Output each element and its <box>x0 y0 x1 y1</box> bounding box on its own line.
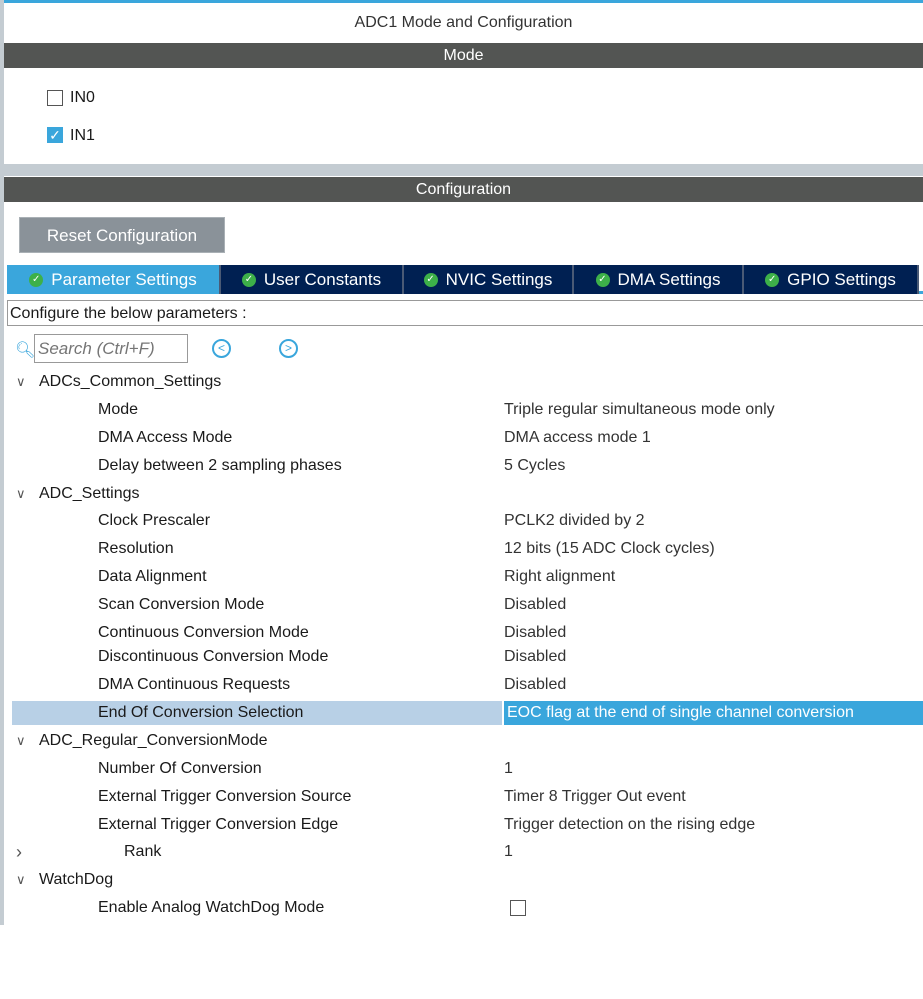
param-name: Enable Analog WatchDog Mode <box>98 899 325 916</box>
param-name: ADCs_Common_Settings <box>39 373 222 390</box>
tab-label: NVIC Settings <box>445 269 553 289</box>
param-value[interactable]: 1 <box>504 757 513 781</box>
mode-header: Mode <box>4 43 923 68</box>
param-value[interactable]: DMA access mode 1 <box>504 426 651 450</box>
table-row[interactable]: Clock Prescaler PCLK2 divided by 2 <box>12 509 923 533</box>
param-value[interactable]: 5 Cycles <box>504 454 565 478</box>
chevron-right-icon[interactable]: › <box>16 840 22 864</box>
param-name: Data Alignment <box>98 568 207 585</box>
table-row[interactable]: Enable Analog WatchDog Mode <box>12 896 923 920</box>
table-row[interactable]: External Trigger Conversion Source Timer … <box>12 785 923 809</box>
chevron-down-icon[interactable]: ∨ <box>16 370 26 394</box>
in0-label: IN0 <box>70 89 95 106</box>
in1-checkbox[interactable]: ✓ <box>47 127 63 143</box>
param-name: Discontinuous Conversion Mode <box>98 648 329 665</box>
param-name: DMA Access Mode <box>98 429 233 446</box>
tab-label: DMA Settings <box>617 269 721 289</box>
table-row[interactable]: DMA Continuous Requests Disabled <box>12 673 923 697</box>
param-name: Clock Prescaler <box>98 512 211 529</box>
table-row[interactable]: External Trigger Conversion Edge Trigger … <box>12 813 923 837</box>
tree-group[interactable]: ∨ ADC_Settings <box>12 482 923 506</box>
configure-label: Configure the below parameters : <box>7 300 923 326</box>
param-name: Continuous Conversion Mode <box>98 624 309 641</box>
table-row[interactable]: › Rank 1 <box>12 840 923 864</box>
table-row[interactable]: Discontinuous Conversion Mode Disabled <box>12 645 923 669</box>
panel-title: ADC1 Mode and Configuration <box>354 14 573 31</box>
param-value[interactable]: Right alignment <box>504 565 615 589</box>
param-name: Scan Conversion Mode <box>98 596 265 613</box>
param-name: DMA Continuous Requests <box>98 676 291 693</box>
chevron-down-icon[interactable]: ∨ <box>16 868 26 892</box>
enable-watchdog-checkbox[interactable] <box>510 900 526 916</box>
param-value[interactable]: 12 bits (15 ADC Clock cycles) <box>504 537 715 561</box>
search-input[interactable] <box>34 334 188 363</box>
param-name: Number Of Conversion <box>98 760 262 777</box>
param-name: Delay between 2 sampling phases <box>98 457 342 474</box>
tree-group[interactable]: ∨ WatchDog <box>12 868 923 892</box>
param-value[interactable]: Triple regular simultaneous mode only <box>504 398 775 422</box>
chevron-down-icon[interactable]: ∨ <box>16 729 26 753</box>
check-icon: ✓ <box>29 272 44 287</box>
table-row[interactable]: DMA Access Mode DMA access mode 1 <box>12 426 923 450</box>
check-icon: ✓ <box>765 272 780 287</box>
param-value[interactable]: Disabled <box>504 621 566 645</box>
tab-label: Parameter Settings <box>51 269 197 289</box>
param-value[interactable]: Disabled <box>504 593 566 617</box>
tab-label: GPIO Settings <box>787 269 896 289</box>
splitter[interactable] <box>4 164 923 176</box>
param-value[interactable]: Disabled <box>504 673 566 697</box>
tab-dma-settings[interactable]: ✓ DMA Settings <box>574 265 744 294</box>
check-icon: ✓ <box>595 272 610 287</box>
chevron-down-icon[interactable]: ∨ <box>16 482 26 506</box>
table-row[interactable]: Continuous Conversion Mode Disabled <box>12 621 923 645</box>
table-row[interactable]: Delay between 2 sampling phases 5 Cycles <box>12 454 923 478</box>
param-name: Mode <box>98 401 139 418</box>
param-value[interactable]: Timer 8 Trigger Out event <box>504 785 686 809</box>
next-icon[interactable]: > <box>279 339 298 358</box>
check-icon: ✓ <box>423 272 438 287</box>
tab-label: User Constants <box>263 269 382 289</box>
param-value[interactable]: Trigger detection on the rising edge <box>504 813 755 837</box>
table-row[interactable]: Scan Conversion Mode Disabled <box>12 593 923 617</box>
previous-icon[interactable]: < <box>212 339 231 358</box>
table-row[interactable]: Mode Triple regular simultaneous mode onl… <box>12 398 923 422</box>
param-name: End Of Conversion Selection <box>98 704 304 721</box>
search-icon: 🔍︎ <box>15 342 36 359</box>
param-name: External Trigger Conversion Source <box>98 788 352 805</box>
in0-checkbox[interactable] <box>47 90 63 106</box>
param-name: ADC_Settings <box>39 485 140 502</box>
left-border <box>0 0 4 925</box>
table-row[interactable]: End Of Conversion Selection EOC flag at t… <box>12 701 923 725</box>
param-name: WatchDog <box>39 871 114 888</box>
table-row[interactable]: Data Alignment Right alignment <box>12 565 923 589</box>
check-icon: ✓ <box>241 272 256 287</box>
param-name: Rank <box>124 843 162 860</box>
tab-user-constants[interactable]: ✓ User Constants <box>221 265 404 294</box>
tree-group[interactable]: ∨ ADC_Regular_ConversionMode <box>12 729 923 753</box>
top-accent <box>0 0 923 3</box>
table-row[interactable]: Resolution 12 bits (15 ADC Clock cycles) <box>12 537 923 561</box>
param-value[interactable]: Disabled <box>504 645 566 669</box>
tab-bar: ✓ Parameter Settings ✓ User Constants ✓ NVI… <box>7 265 923 294</box>
param-value[interactable]: PCLK2 divided by 2 <box>504 509 645 533</box>
param-value[interactable]: EOC flag at the end of single channel co… <box>502 701 923 725</box>
tab-parameter-settings[interactable]: ✓ Parameter Settings <box>7 265 221 294</box>
table-row[interactable]: Number Of Conversion 1 <box>12 757 923 781</box>
config-header: Configuration <box>4 177 923 202</box>
in1-label: IN1 <box>70 127 95 144</box>
param-name: ADC_Regular_ConversionMode <box>39 732 268 749</box>
tab-gpio-settings[interactable]: ✓ GPIO Settings <box>744 265 919 294</box>
reset-configuration-button[interactable]: Reset Configuration <box>19 217 225 253</box>
tab-nvic-settings[interactable]: ✓ NVIC Settings <box>404 265 574 294</box>
param-name: Resolution <box>98 540 174 557</box>
param-value[interactable]: 1 <box>504 840 513 864</box>
tree-group[interactable]: ∨ ADCs_Common_Settings <box>12 370 923 394</box>
param-name: External Trigger Conversion Edge <box>98 816 339 833</box>
